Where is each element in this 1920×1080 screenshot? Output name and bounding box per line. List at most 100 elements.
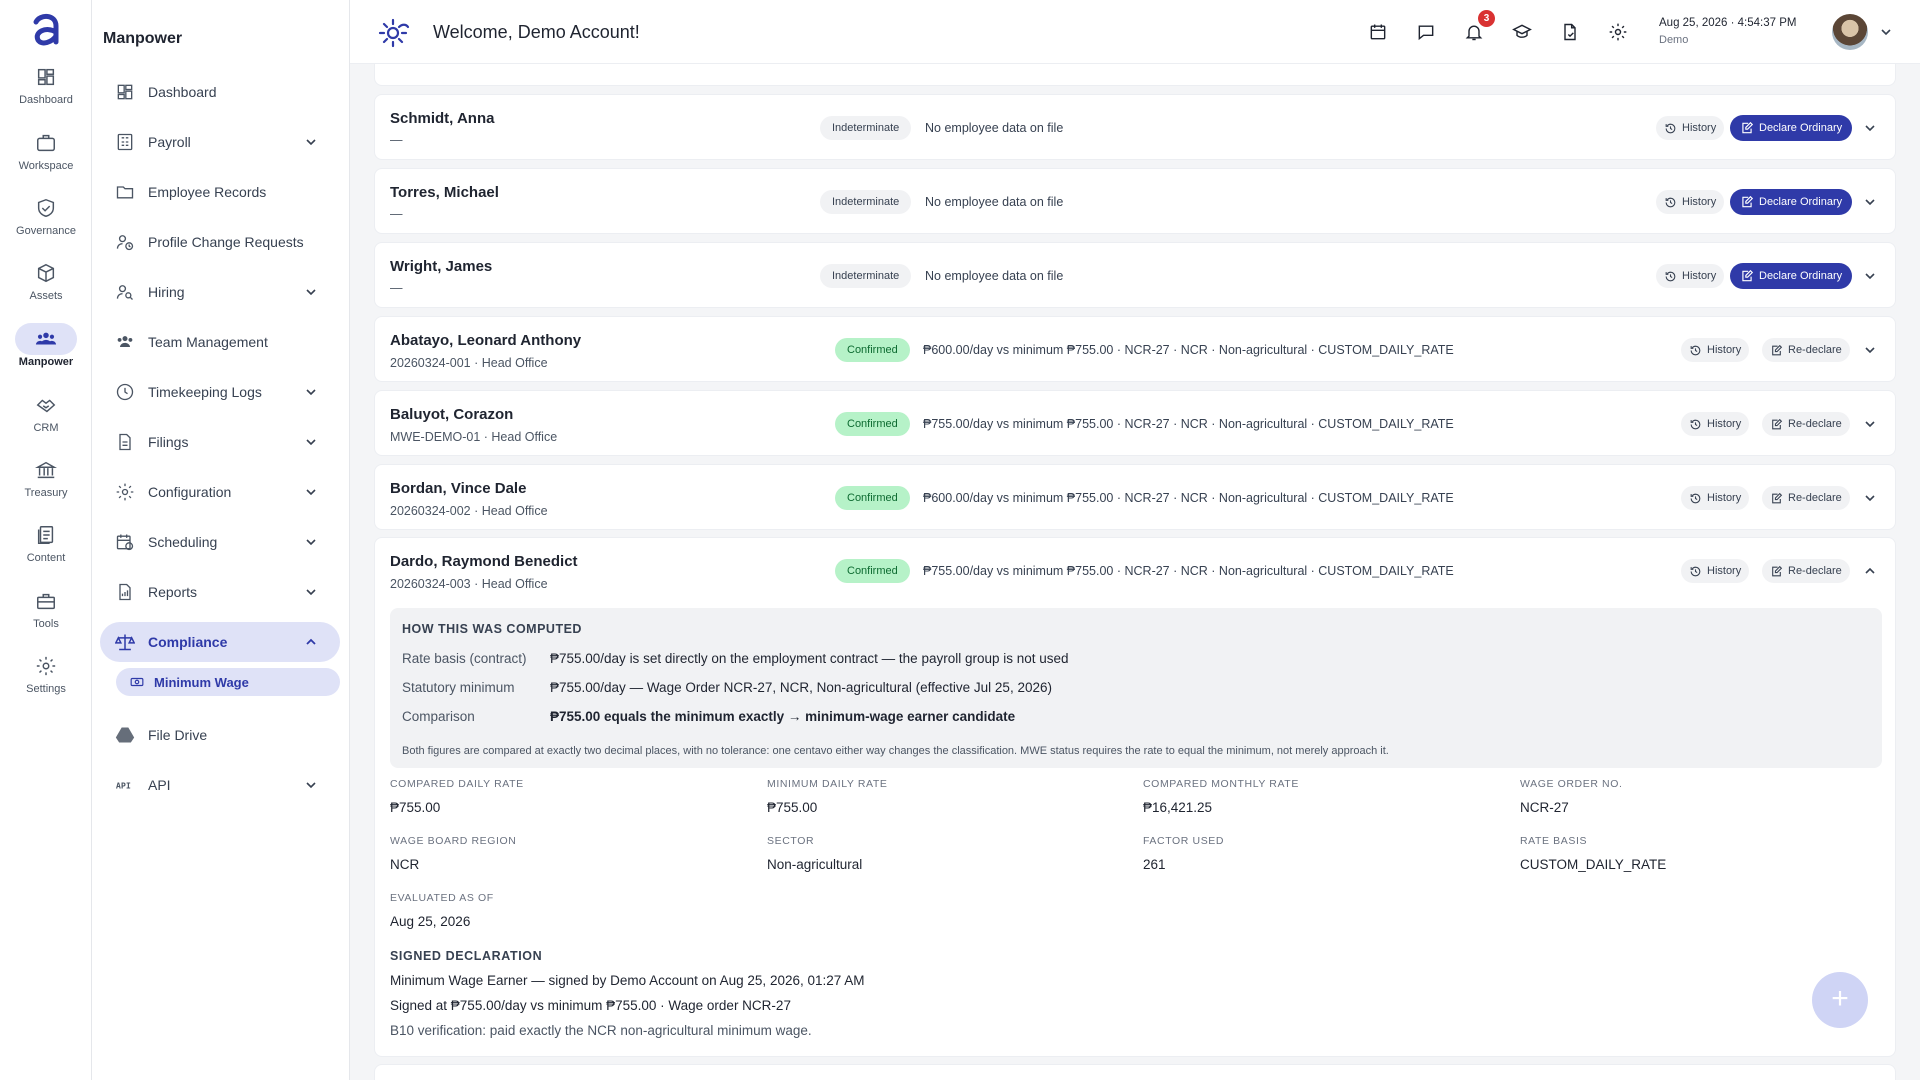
history-label: History bbox=[1682, 270, 1717, 282]
rate-basis-value: ₱755.00/day is set directly on the emplo… bbox=[550, 651, 1069, 666]
calendar-icon[interactable] bbox=[1368, 22, 1388, 42]
sidebar-item-filings[interactable]: Filings bbox=[100, 422, 340, 462]
signed-declaration-heading: SIGNED DECLARATION bbox=[390, 949, 543, 963]
sidebar-item-profile-change-requests[interactable]: Profile Change Requests bbox=[100, 222, 340, 262]
history-button[interactable]: History bbox=[1681, 412, 1750, 436]
chevron-down-icon[interactable] bbox=[1863, 121, 1877, 135]
chevron-down-icon bbox=[306, 289, 316, 296]
history-button[interactable]: History bbox=[1681, 486, 1750, 510]
history-button[interactable]: History bbox=[1656, 190, 1725, 214]
chevron-down-icon[interactable] bbox=[1863, 417, 1877, 431]
clock-icon bbox=[116, 383, 134, 401]
sidebar-item-label: Profile Change Requests bbox=[148, 234, 304, 250]
chat-icon[interactable] bbox=[1416, 22, 1436, 42]
comparison-label: Comparison bbox=[402, 709, 475, 724]
history-button[interactable]: History bbox=[1656, 264, 1725, 288]
field-rate-basis: RATE BASIS CUSTOM_DAILY_RATE bbox=[1520, 835, 1880, 872]
row-detail: ₱600.00/day vs minimum ₱755.00 · NCR-27 … bbox=[923, 491, 1454, 505]
field-value: Aug 25, 2026 bbox=[390, 914, 471, 929]
sidebar-item-scheduling[interactable]: Scheduling bbox=[100, 522, 340, 562]
edit-doc-icon bbox=[1772, 565, 1783, 576]
field-value: CUSTOM_DAILY_RATE bbox=[1520, 857, 1667, 872]
history-button[interactable]: History bbox=[1681, 338, 1750, 362]
field-minimum-daily-rate: MINIMUM DAILY RATE ₱755.00 bbox=[767, 778, 1127, 815]
chevron-down-icon bbox=[306, 389, 316, 396]
re-declare-button[interactable]: Re-declare bbox=[1762, 559, 1850, 583]
history-label: History bbox=[1707, 418, 1742, 430]
brand-mark-icon bbox=[378, 18, 410, 48]
chevron-down-icon[interactable] bbox=[1863, 195, 1877, 209]
app-logo-icon[interactable] bbox=[26, 10, 66, 50]
rate-basis-label: Rate basis (contract) bbox=[402, 651, 527, 666]
header-datetime: Aug 25, 2026 · 4:54:37 PM bbox=[1659, 17, 1797, 29]
statutory-label: Statutory minimum bbox=[402, 680, 515, 695]
employee-sub: — bbox=[390, 133, 403, 147]
table-row[interactable]: Wright, James — Indeterminate No employe… bbox=[374, 242, 1896, 308]
history-icon bbox=[1690, 566, 1701, 576]
grid-icon bbox=[117, 84, 133, 100]
table-row[interactable]: Baluyot, Corazon MWE-DEMO-01 · Head Offi… bbox=[374, 390, 1896, 456]
table-row[interactable]: Schmidt, Anna — Indeterminate No employe… bbox=[374, 94, 1896, 160]
rail-item-content[interactable]: Content bbox=[0, 524, 92, 584]
rail-item-manpower[interactable]: Manpower bbox=[0, 323, 92, 388]
table-row[interactable]: Abatayo, Leonard Anthony 20260324-001 · … bbox=[374, 316, 1896, 382]
field-value: Non-agricultural bbox=[767, 857, 863, 872]
history-button[interactable]: History bbox=[1681, 559, 1750, 583]
sidebar-item-reports[interactable]: Reports bbox=[100, 572, 340, 612]
re-declare-label: Re-declare bbox=[1788, 344, 1842, 356]
declare-ordinary-button[interactable]: Declare Ordinary bbox=[1730, 189, 1853, 215]
table-row[interactable]: Bordan, Vince Dale 20260324-002 · Head O… bbox=[374, 464, 1896, 530]
rail-item-crm[interactable]: CRM bbox=[0, 394, 92, 454]
declare-ordinary-button[interactable]: Declare Ordinary bbox=[1730, 115, 1853, 141]
history-button[interactable]: History bbox=[1656, 116, 1725, 140]
re-declare-button[interactable]: Re-declare bbox=[1762, 338, 1850, 362]
rail-item-governance[interactable]: Governance bbox=[0, 197, 92, 257]
row-detail: No employee data on file bbox=[925, 269, 1064, 283]
sidebar-item-employee-records[interactable]: Employee Records bbox=[100, 172, 340, 212]
table-row[interactable]: Torres, Michael — Indeterminate No emplo… bbox=[374, 168, 1896, 234]
rail-item-treasury[interactable]: Treasury bbox=[0, 459, 92, 519]
expanded-row[interactable]: Dardo, Raymond Benedict 20260324-003 · H… bbox=[374, 537, 1896, 1057]
shield-icon bbox=[37, 198, 55, 218]
sidebar-item-label: Timekeeping Logs bbox=[148, 384, 262, 400]
field-label: WAGE BOARD REGION bbox=[390, 835, 517, 847]
document-icon[interactable] bbox=[1560, 22, 1580, 42]
gear-icon[interactable] bbox=[1608, 22, 1628, 42]
sidebar-item-api[interactable]: API API bbox=[100, 765, 340, 805]
rail-item-tools[interactable]: Tools bbox=[0, 590, 92, 650]
rail-item-dashboard[interactable]: Dashboard bbox=[0, 66, 92, 126]
sidebar-item-dashboard[interactable]: Dashboard bbox=[100, 72, 340, 112]
field-sector: SECTOR Non-agricultural bbox=[767, 835, 1127, 872]
edit-doc-icon bbox=[1742, 121, 1754, 134]
field-value: NCR-27 bbox=[1520, 800, 1569, 815]
declare-ordinary-button[interactable]: Declare Ordinary bbox=[1730, 263, 1853, 289]
re-declare-button[interactable]: Re-declare bbox=[1762, 486, 1850, 510]
sidebar-item-team-management[interactable]: Team Management bbox=[100, 322, 340, 362]
chevron-down-icon[interactable] bbox=[1863, 491, 1877, 505]
add-fab-button[interactable]: + bbox=[1812, 972, 1868, 1028]
rail-item-workspace[interactable]: Workspace bbox=[0, 132, 92, 192]
chevron-down-icon[interactable] bbox=[1863, 343, 1877, 357]
status-badge: Confirmed bbox=[835, 486, 910, 510]
rail-item-settings[interactable]: Settings bbox=[0, 655, 92, 715]
row-detail: ₱755.00/day vs minimum ₱755.00 · NCR-27 … bbox=[923, 564, 1454, 578]
status-badge: Confirmed bbox=[835, 338, 910, 362]
sidebar-item-hiring[interactable]: Hiring bbox=[100, 272, 340, 312]
row-detail: ₱755.00/day vs minimum ₱755.00 · NCR-27 … bbox=[923, 417, 1454, 431]
sidebar-item-compliance[interactable]: Compliance bbox=[100, 622, 340, 662]
sidebar-item-file-drive[interactable]: File Drive bbox=[100, 715, 340, 755]
graduation-icon[interactable] bbox=[1512, 22, 1532, 42]
sidebar-subitem-minimum-wage[interactable]: Minimum Wage bbox=[116, 668, 340, 696]
chevron-down-icon[interactable] bbox=[1880, 26, 1892, 38]
sidebar-item-payroll[interactable]: Payroll bbox=[100, 122, 340, 162]
box-icon bbox=[37, 263, 55, 283]
rail-item-assets[interactable]: Assets bbox=[0, 262, 92, 322]
people-icon bbox=[35, 332, 57, 345]
chevron-down-icon[interactable] bbox=[1863, 269, 1877, 283]
chevron-down-icon bbox=[306, 139, 316, 146]
re-declare-button[interactable]: Re-declare bbox=[1762, 412, 1850, 436]
avatar[interactable] bbox=[1832, 14, 1868, 50]
chevron-up-icon[interactable] bbox=[1863, 564, 1877, 578]
sidebar-item-configuration[interactable]: Configuration bbox=[100, 472, 340, 512]
sidebar-item-timekeeping-logs[interactable]: Timekeeping Logs bbox=[100, 372, 340, 412]
